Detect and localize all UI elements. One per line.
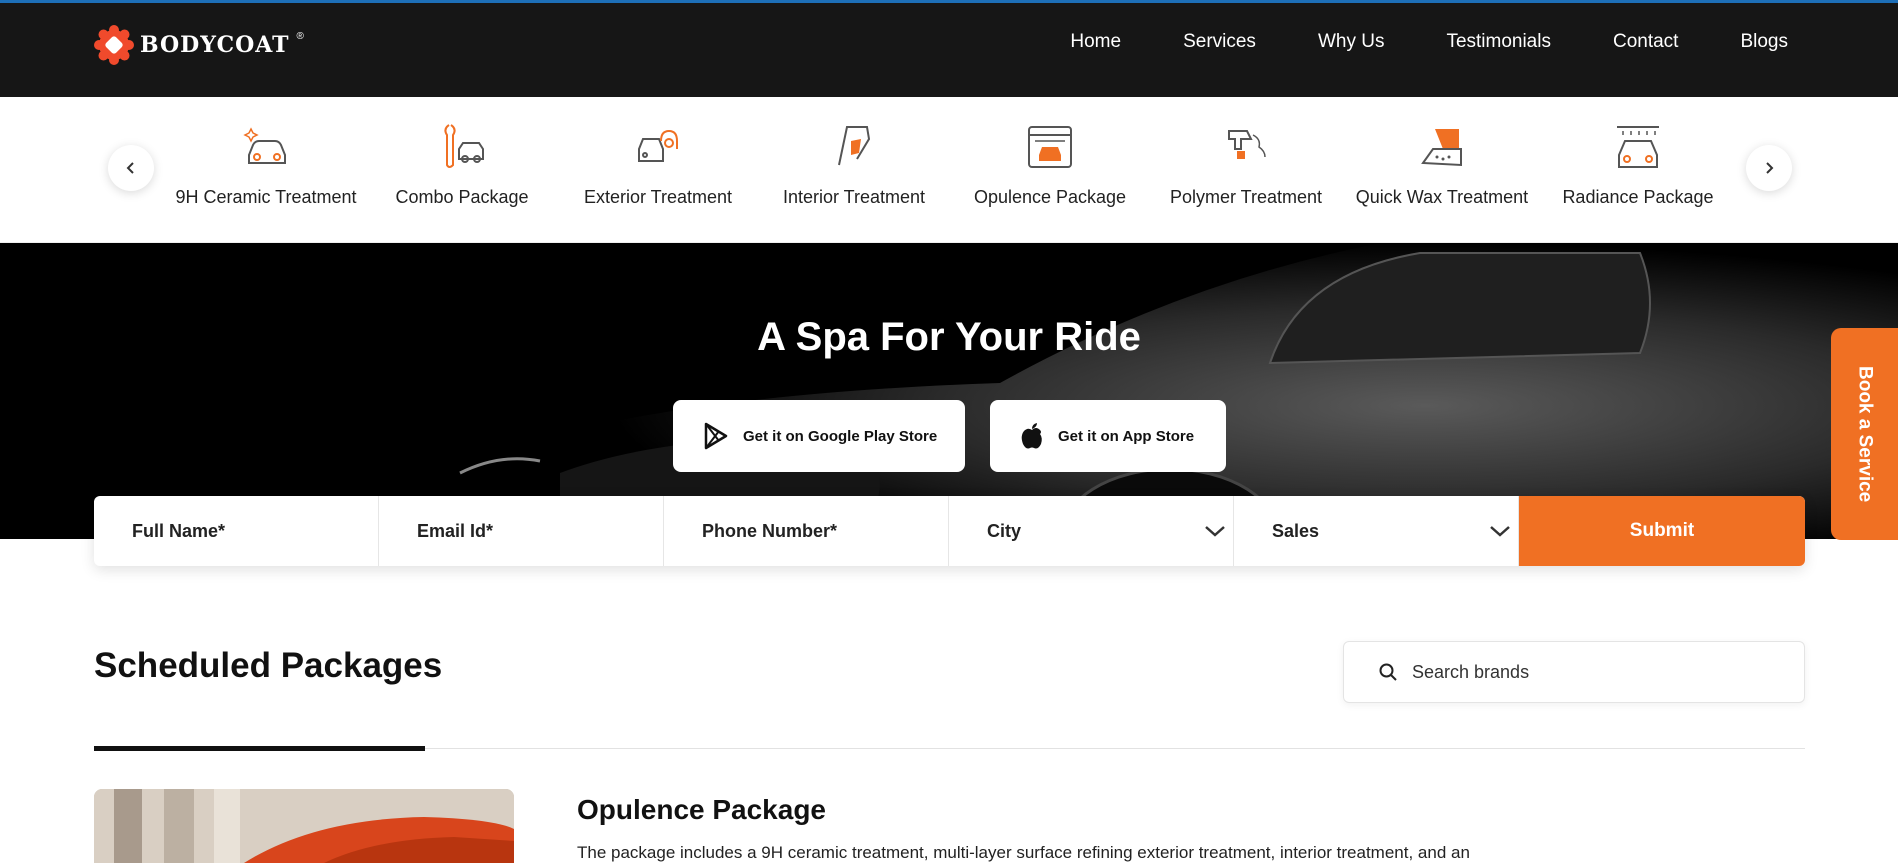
main-nav: Home Services Why Us Testimonials Contac…: [1070, 31, 1788, 53]
nav-why-us[interactable]: Why Us: [1318, 31, 1385, 53]
google-play-button[interactable]: Get it on Google Play Store: [673, 400, 965, 472]
package-title: Opulence Package: [577, 794, 827, 825]
chevron-down-icon: [1490, 526, 1510, 537]
package-description: The package includes a 9H ceramic treatm…: [577, 843, 1470, 862]
car-wash-icon: [1617, 126, 1659, 168]
apple-icon: [1021, 423, 1042, 449]
logo[interactable]: BODYCOAT ®: [94, 25, 304, 65]
app-store-label: Get it on App Store: [1058, 427, 1195, 445]
car-sparkle-icon: [243, 127, 286, 164]
book-a-service-label: Book a Service: [1854, 365, 1876, 503]
service-label: Interior Treatment: [782, 187, 926, 207]
email-field[interactable]: Email Id*: [379, 496, 664, 566]
service-opulence-package[interactable]: Opulence Package: [952, 119, 1148, 208]
services-carousel: 9H Ceramic Treatment Combo Package Exter…: [0, 97, 1898, 243]
carousel-prev-button[interactable]: [108, 145, 154, 191]
service-exterior-treatment[interactable]: Exterior Treatment: [560, 119, 756, 208]
service-combo-package[interactable]: Combo Package: [364, 119, 560, 208]
service-label: Combo Package: [395, 187, 529, 207]
nav-testimonials[interactable]: Testimonials: [1446, 31, 1551, 53]
section-title: Scheduled Packages: [94, 646, 443, 685]
hero-banner: A Spa For Your Ride Get it on Google Pla…: [0, 243, 1898, 539]
hero-car-image: [420, 243, 1898, 539]
search-placeholder: Search brands: [1412, 661, 1530, 682]
google-play-icon: [704, 422, 728, 450]
service-polymer-treatment[interactable]: Polymer Treatment: [1148, 119, 1344, 208]
service-label: Quick Wax Treatment: [1355, 187, 1529, 207]
carousel-next-button[interactable]: [1746, 145, 1792, 191]
site-header: BODYCOAT ® Home Services Why Us Testimoni…: [0, 3, 1898, 97]
service-label: Polymer Treatment: [1169, 187, 1323, 207]
chevron-down-icon: [1205, 526, 1225, 537]
nav-services[interactable]: Services: [1183, 31, 1256, 53]
service-quick-wax[interactable]: Quick Wax Treatment: [1344, 119, 1540, 208]
service-9h-ceramic[interactable]: 9H Ceramic Treatment: [168, 119, 364, 208]
google-play-label: Get it on Google Play Store: [743, 427, 938, 445]
logo-registered-mark: ®: [296, 30, 304, 42]
logo-text: BODYCOAT: [140, 32, 290, 58]
hand-wipe-icon: [838, 126, 871, 166]
calendar-car-icon: [1028, 126, 1072, 168]
full-name-field[interactable]: Full Name*: [94, 496, 379, 566]
nav-home[interactable]: Home: [1070, 31, 1121, 53]
service-label: Opulence Package: [973, 187, 1127, 207]
nav-contact[interactable]: Contact: [1613, 31, 1678, 53]
service-radiance-package[interactable]: Radiance Package: [1540, 119, 1736, 208]
search-icon: [1379, 663, 1397, 681]
wax-hand-icon: [1421, 129, 1462, 167]
service-interior-treatment[interactable]: Interior Treatment: [756, 119, 952, 208]
city-select[interactable]: City: [949, 496, 1234, 566]
logo-mark-icon: [94, 25, 134, 65]
search-brands-input[interactable]: Search brands: [1343, 641, 1805, 703]
service-label: Radiance Package: [1562, 187, 1714, 207]
spray-gun-icon: [1228, 130, 1266, 159]
app-store-button[interactable]: Get it on App Store: [990, 400, 1226, 472]
service-label: Exterior Treatment: [583, 187, 733, 207]
sales-select-label: Sales: [1272, 520, 1320, 541]
booking-form: Full Name* Email Id* Phone Number* City …: [94, 496, 1805, 566]
wrench-car-icon: [444, 124, 484, 168]
phone-field[interactable]: Phone Number*: [664, 496, 949, 566]
book-a-service-tab[interactable]: Book a Service: [1831, 328, 1898, 540]
chevron-right-icon: [1766, 162, 1774, 174]
service-label: 9H Ceramic Treatment: [175, 187, 357, 207]
submit-button[interactable]: Submit: [1519, 496, 1805, 566]
hero-title: A Spa For Your Ride: [757, 315, 1141, 359]
package-car-photo: [94, 789, 514, 863]
sales-select[interactable]: Sales: [1234, 496, 1519, 566]
nav-blogs[interactable]: Blogs: [1740, 31, 1788, 53]
active-tab-indicator[interactable]: [94, 746, 425, 751]
car-spray-icon: [638, 129, 678, 162]
city-select-label: City: [987, 520, 1022, 541]
chevron-left-icon: [126, 162, 134, 174]
package-image[interactable]: [94, 789, 514, 863]
